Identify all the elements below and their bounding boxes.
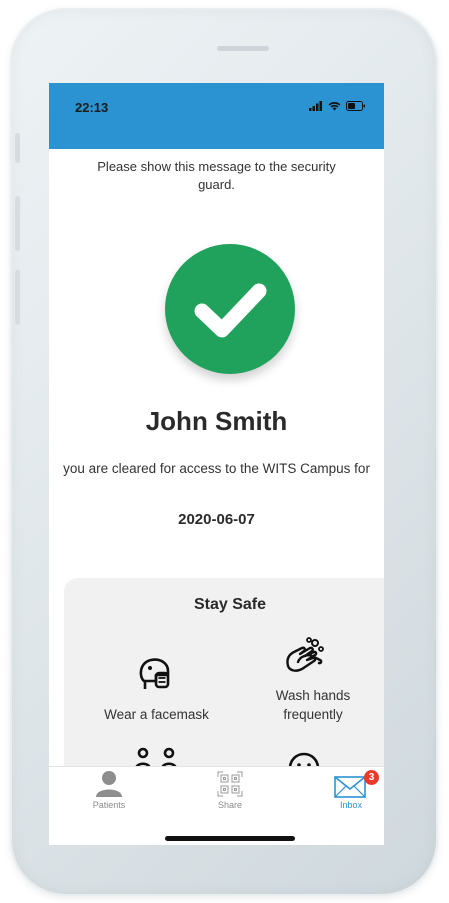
mute-switch	[15, 133, 20, 163]
tab-label-patients: Patients	[92, 800, 126, 810]
instruction-message: Please show this message to the security…	[97, 159, 336, 192]
cleared-check-badge	[165, 244, 295, 374]
stay-safe-card: Stay Safe Wear a facemask Wash hands fre…	[64, 578, 384, 781]
tab-inbox[interactable]: 3 Inbox	[306, 767, 384, 817]
status-time: 22:13	[75, 100, 109, 115]
qr-code-icon	[217, 771, 243, 797]
volume-down-button	[15, 270, 20, 325]
status-icons	[309, 101, 366, 111]
tab-bar: Patients Share 3 Inbox	[49, 766, 384, 845]
phone-screen: 22:13 Please show this message to the se…	[49, 83, 384, 845]
clearance-date: 2020-06-07	[178, 511, 255, 528]
speaker-grille	[217, 46, 269, 51]
stay-safe-title: Stay Safe	[193, 596, 267, 613]
tab-patients[interactable]: Patients	[64, 767, 154, 817]
facemask-icon	[139, 658, 170, 689]
tab-share[interactable]: Share	[185, 767, 275, 817]
main-content: Please show this message to the security…	[49, 149, 384, 781]
wash-hands-icon	[286, 637, 324, 672]
checkmark-icon	[194, 283, 267, 338]
status-bar: 22:13	[49, 83, 384, 149]
volume-up-button	[15, 196, 20, 251]
battery-icon	[346, 101, 365, 111]
person-icon	[96, 771, 122, 797]
tip-label-wash-hands: Wash hands frequently	[275, 688, 351, 722]
person-name: John Smith	[145, 406, 288, 436]
wifi-icon	[328, 102, 341, 111]
tab-label-share: Share	[217, 800, 243, 810]
tab-label-inbox: Inbox	[339, 800, 363, 810]
inbox-badge: 3	[364, 770, 379, 785]
envelope-icon	[334, 776, 366, 798]
clearance-text: you are cleared for access to the WITS C…	[63, 461, 370, 476]
signal-icon	[309, 101, 322, 111]
tip-label-facemask: Wear a facemask	[104, 707, 209, 722]
home-indicator[interactable]	[165, 836, 295, 841]
